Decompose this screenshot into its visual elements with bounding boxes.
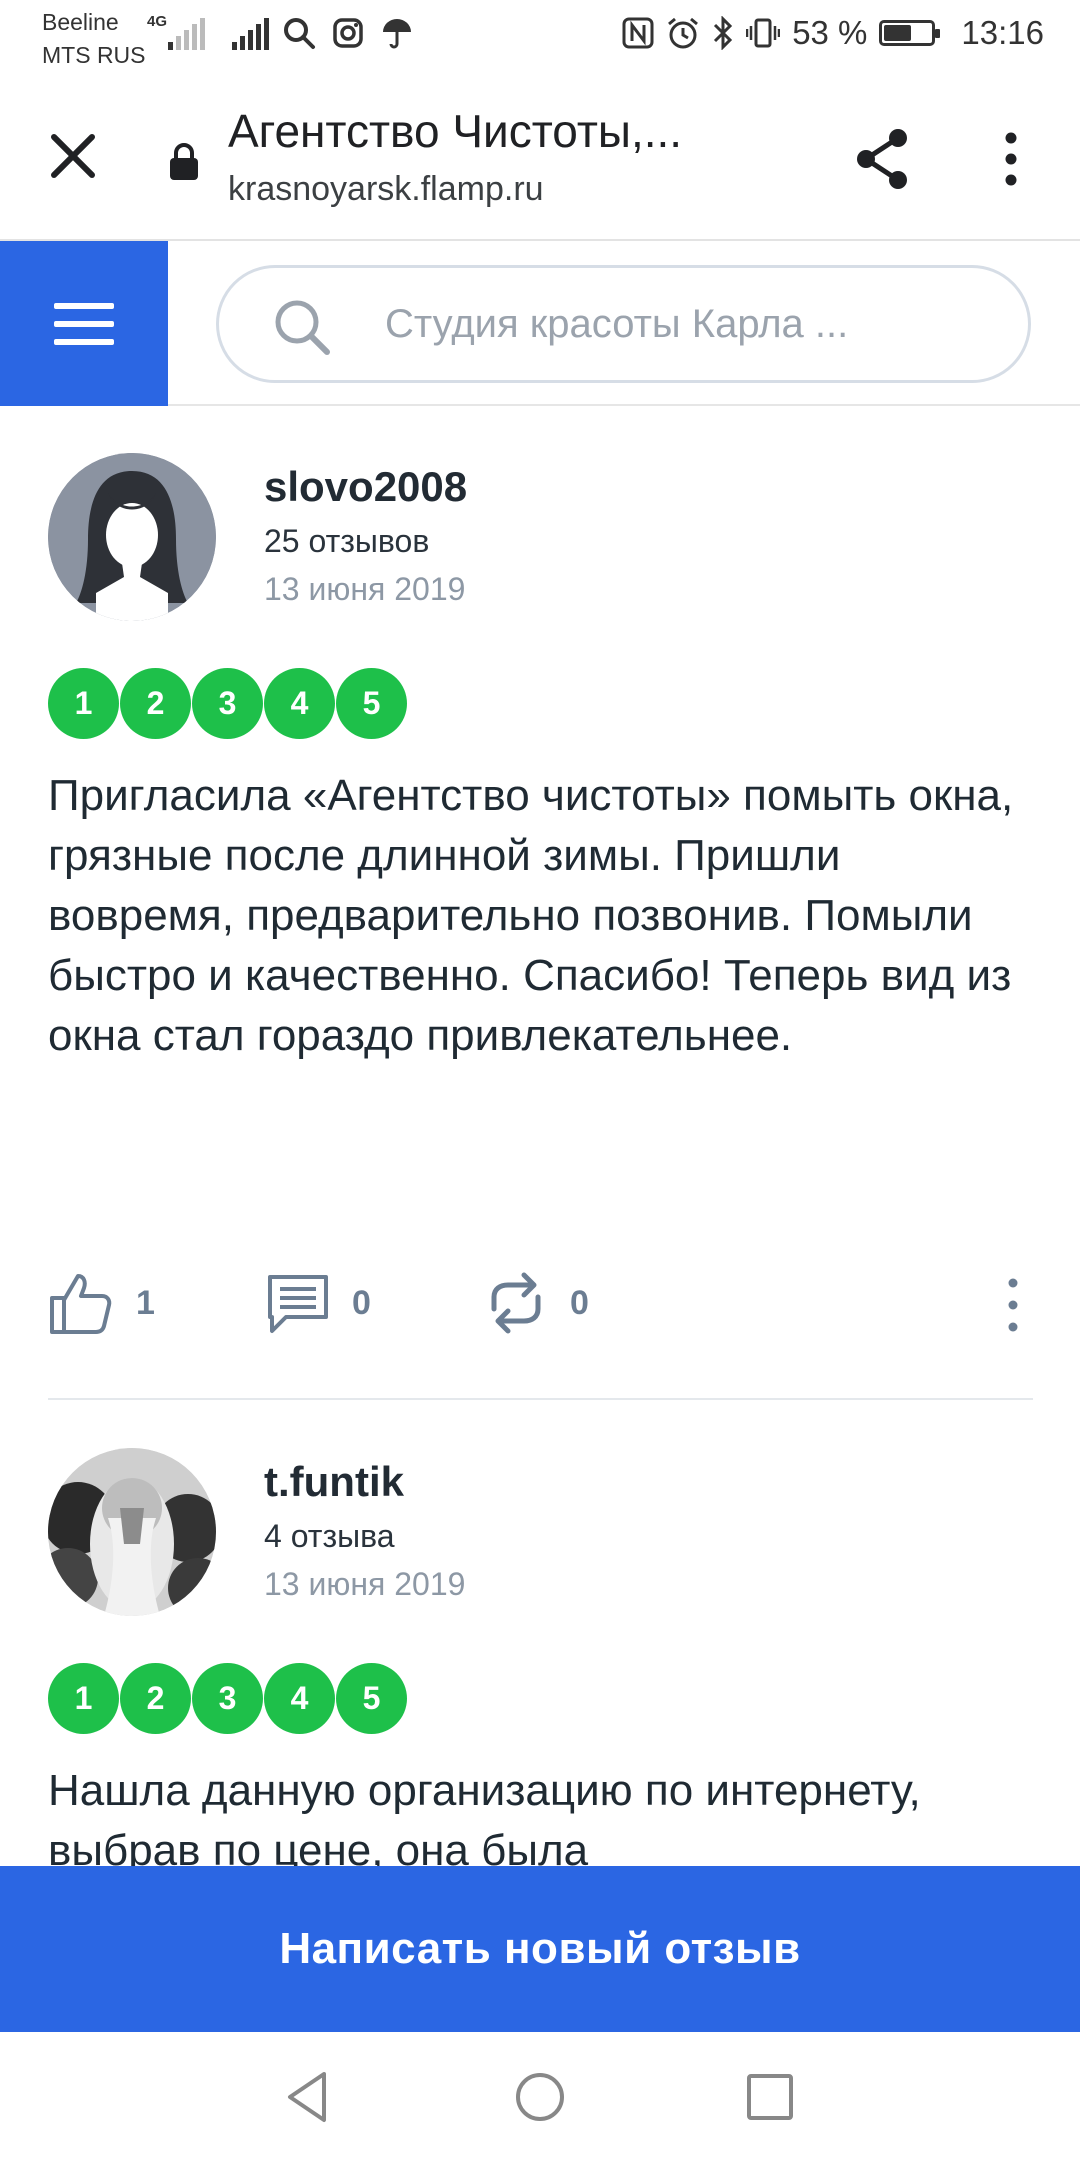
carrier-2: MTS RUS bbox=[42, 42, 146, 68]
lock-icon bbox=[170, 143, 198, 180]
avatar[interactable] bbox=[48, 1448, 216, 1616]
signal-icon bbox=[168, 18, 205, 50]
rating-dot: 2 bbox=[120, 668, 191, 739]
search-icon bbox=[284, 18, 315, 49]
hamburger-icon bbox=[54, 303, 114, 309]
home-icon[interactable] bbox=[505, 2062, 575, 2132]
search-input[interactable]: Студия красоты Карла ... bbox=[216, 265, 1031, 383]
review-date: 13 июня 2019 bbox=[264, 1566, 466, 1602]
carrier-1: Beeline bbox=[42, 9, 119, 35]
rating-dot: 4 bbox=[264, 668, 335, 739]
alarm-icon bbox=[668, 17, 699, 49]
divider bbox=[48, 1398, 1033, 1400]
signal-icon bbox=[232, 18, 269, 50]
comment-icon bbox=[268, 1275, 328, 1333]
rating: 1 2 3 4 5 bbox=[48, 668, 407, 739]
umbrella-icon bbox=[383, 19, 411, 49]
repost-count: 0 bbox=[570, 1283, 589, 1322]
rating-dot: 4 bbox=[264, 1663, 335, 1734]
status-bar: Beeline MTS RUS 4G 53 % 13:16 bbox=[0, 0, 1080, 76]
rating-dot: 5 bbox=[336, 1663, 407, 1734]
menu-button[interactable] bbox=[0, 241, 168, 406]
review-text: Нашла данную организацию по интернету, в… bbox=[48, 1766, 921, 1868]
recents-icon[interactable] bbox=[735, 2062, 805, 2132]
system-nav-bar bbox=[0, 2032, 1080, 2160]
clock: 13:16 bbox=[961, 14, 1044, 51]
bluetooth-icon bbox=[714, 16, 733, 50]
user-silhouette-icon bbox=[48, 453, 216, 621]
rating-dot: 3 bbox=[192, 1663, 263, 1734]
instagram-icon bbox=[333, 18, 363, 48]
review-author[interactable]: slovo2008 bbox=[264, 463, 467, 511]
share-icon[interactable] bbox=[848, 124, 918, 194]
rating: 1 2 3 4 5 bbox=[48, 1663, 407, 1734]
page-title: Агентство Чистоты,... bbox=[228, 105, 683, 157]
page-url[interactable]: krasnoyarsk.flamp.ru bbox=[228, 170, 544, 209]
review-count: 4 отзыва bbox=[264, 1518, 395, 1554]
user-photo bbox=[48, 1448, 216, 1616]
more-vert-icon[interactable] bbox=[986, 124, 1036, 194]
repost-button[interactable]: 0 bbox=[484, 1253, 589, 1353]
battery-percent: 53 % bbox=[792, 14, 868, 51]
like-count: 1 bbox=[136, 1283, 155, 1322]
review-text: Пригласила «Агентство чистоты» помыть ок… bbox=[48, 771, 1014, 1060]
review-card: t.funtik 4 отзыва 13 июня 2019 1 2 3 4 5… bbox=[48, 1448, 1033, 1868]
repost-icon bbox=[491, 1272, 541, 1334]
search-placeholder: Студия красоты Карла ... bbox=[385, 302, 849, 346]
avatar[interactable] bbox=[48, 453, 216, 621]
more-vert-icon[interactable] bbox=[1003, 1275, 1023, 1335]
thumb-up-icon bbox=[50, 1274, 112, 1334]
battery-icon bbox=[879, 20, 941, 46]
review-author[interactable]: t.funtik bbox=[264, 1458, 404, 1506]
site-header: Студия красоты Карла ... bbox=[0, 241, 1080, 406]
vibrate-icon bbox=[746, 18, 781, 48]
review-count: 25 отзывов bbox=[264, 523, 430, 559]
network-type: 4G bbox=[147, 13, 168, 30]
status-right: 53 % 13:16 bbox=[622, 14, 1044, 52]
battery-level bbox=[884, 25, 911, 41]
comment-button[interactable]: 0 bbox=[266, 1253, 371, 1353]
rating-dot: 5 bbox=[336, 668, 407, 739]
rating-dot: 3 bbox=[192, 668, 263, 739]
status-icons bbox=[282, 16, 414, 50]
browser-toolbar: Агентство Чистоты,... krasnoyarsk.flamp.… bbox=[0, 76, 1080, 241]
comment-count: 0 bbox=[352, 1283, 371, 1322]
rating-dot: 1 bbox=[48, 668, 119, 739]
review-date: 13 июня 2019 bbox=[264, 571, 466, 607]
write-review-button[interactable]: Написать новый отзыв bbox=[0, 1866, 1080, 2032]
like-button[interactable]: 1 bbox=[48, 1253, 155, 1353]
review-actions: 1 0 0 bbox=[48, 1253, 1033, 1353]
back-icon[interactable] bbox=[274, 2062, 344, 2132]
close-icon[interactable] bbox=[38, 121, 108, 191]
nfc-icon bbox=[622, 17, 654, 49]
search-icon bbox=[275, 300, 330, 355]
rating-dot: 2 bbox=[120, 1663, 191, 1734]
carrier-names: Beeline MTS RUS bbox=[42, 6, 146, 72]
review-card: slovo2008 25 отзывов 13 июня 2019 1 2 3 … bbox=[48, 453, 1033, 1413]
rating-dot: 1 bbox=[48, 1663, 119, 1734]
